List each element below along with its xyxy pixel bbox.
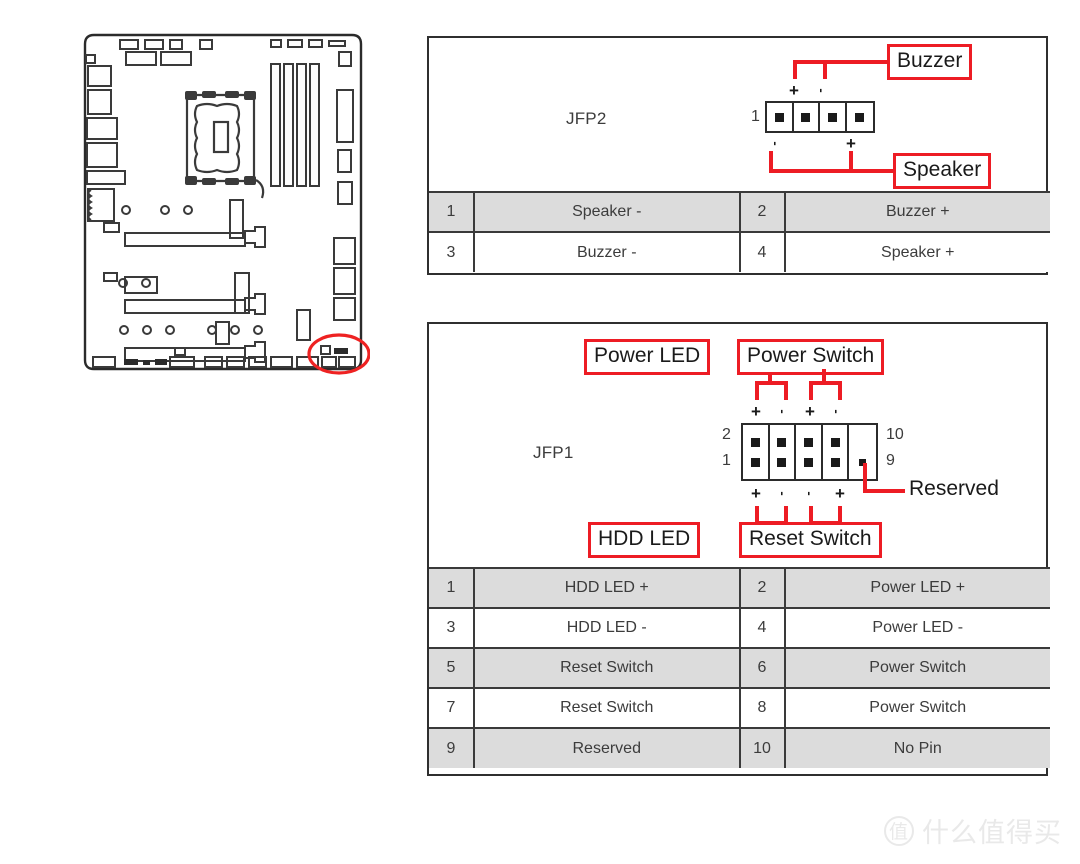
- jfp2-pin-1: [767, 103, 794, 131]
- speaker-leader-line: [849, 169, 895, 173]
- jfp1-polarity-bottom-2: -: [775, 491, 791, 496]
- pin-number: 10: [738, 727, 786, 768]
- reserved-callout: Reserved: [909, 477, 999, 500]
- buzzer-leader-line: [823, 60, 889, 64]
- jfp1-polarity-top-1: +: [751, 402, 761, 421]
- pin-number: 4: [738, 231, 786, 272]
- jfp1-pin-col-5-6: [796, 425, 823, 479]
- jfp2-pin-4: [847, 103, 873, 131]
- jfp1-panel: JFP1 2 1 10 9 + - + - + - - + Power LED …: [427, 322, 1050, 776]
- mounting-holes: [118, 205, 263, 335]
- jfp2-pin-header: [765, 101, 875, 133]
- jfp1-pin-col-1-2: [743, 425, 770, 479]
- jfp1-polarity-top-2: -: [775, 409, 791, 414]
- table-row: 7 Reset Switch 8 Power Switch: [429, 687, 1050, 729]
- table-row: 1 Speaker - 2 Buzzer +: [429, 191, 1050, 233]
- jfp2-polarity-bottom-plus: +: [846, 134, 856, 153]
- pin-number: 9: [429, 727, 475, 768]
- power-led-callout: Power LED: [584, 339, 711, 376]
- watermark-text: 什么值得买: [922, 818, 1062, 848]
- pin-desc: Power LED +: [783, 567, 1050, 609]
- table-row: 3 HDD LED - 4 Power LED -: [429, 607, 1050, 649]
- watermark-logo-icon: 值: [884, 815, 914, 846]
- jfp2-connector-label: JFP2: [566, 109, 607, 128]
- table-row: 3 Buzzer - 4 Speaker +: [429, 231, 1050, 272]
- jfp1-pin-9-number: 9: [886, 452, 895, 469]
- jfp1-polarity-top-4: -: [829, 409, 845, 414]
- jfp1-diagram: JFP1 2 1 10 9 + - + - + - - + Power LED …: [429, 324, 1046, 567]
- pin-number: 3: [429, 607, 475, 649]
- pin-desc: Power LED -: [783, 607, 1050, 649]
- pcie-slots: [124, 226, 266, 363]
- reserved-leader-horizontal: [863, 489, 905, 493]
- pin-desc: Reserved: [473, 727, 741, 768]
- reset-switch-callout: Reset Switch: [739, 522, 882, 559]
- power-switch-callout: Power Switch: [737, 339, 885, 376]
- motherboard-diagram: [75, 30, 370, 375]
- jfp2-polarity-top-minus: -: [814, 88, 830, 93]
- pin-desc: HDD LED +: [473, 567, 741, 609]
- pin-desc: No Pin: [783, 727, 1050, 768]
- power-switch-bracket-right: [838, 381, 842, 400]
- jfp2-polarity-bottom-minus: -: [768, 141, 784, 146]
- pin-number: 1: [429, 191, 475, 233]
- cpu-socket: [185, 91, 265, 199]
- jfp1-pin-header: [741, 423, 878, 481]
- jfp1-pin-1-number: 1: [722, 452, 731, 469]
- jfp1-polarity-top-3: +: [805, 402, 815, 421]
- pin-desc: HDD LED -: [473, 607, 741, 649]
- pin-desc: Reset Switch: [473, 647, 741, 689]
- pin-number: 5: [429, 647, 475, 689]
- jfp2-pin-2: [794, 103, 821, 131]
- top-headers: [119, 39, 346, 66]
- pin-number: 1: [429, 567, 475, 609]
- jfp2-pin-one-number: 1: [751, 108, 760, 125]
- pin-desc: Power Switch: [783, 647, 1050, 689]
- pin-number: 7: [429, 687, 475, 729]
- jfp1-connector-label: JFP1: [533, 443, 574, 462]
- jfp2-panel: JFP2 1 + - - + Buzzer Speaker 1 Speaker …: [427, 36, 1050, 275]
- motherboard-svg: [83, 33, 370, 375]
- pin-number: 4: [738, 607, 786, 649]
- pin-desc: Buzzer -: [473, 231, 741, 272]
- pin-desc: Speaker -: [473, 191, 741, 233]
- pin-number: 3: [429, 231, 475, 272]
- jfp1-pin-table: 1 HDD LED + 2 Power LED + 3 HDD LED - 4 …: [429, 567, 1050, 768]
- jfp1-pin-col-3-4: [770, 425, 797, 479]
- jfp2-pin-table: 1 Speaker - 2 Buzzer + 3 Buzzer - 4 Spea…: [429, 191, 1050, 272]
- pin-desc: Reset Switch: [473, 687, 741, 729]
- pin-number: 2: [738, 191, 786, 233]
- dimm-slots: [270, 63, 320, 187]
- table-row: 1 HDD LED + 2 Power LED +: [429, 567, 1050, 609]
- right-edge-connectors: [333, 51, 356, 321]
- table-row: 9 Reserved 10 No Pin: [429, 727, 1050, 768]
- jfp1-polarity-bottom-3: -: [802, 491, 818, 496]
- power-switch-leader-line: [822, 369, 826, 383]
- m2-and-misc: [103, 199, 311, 345]
- pin-desc: Buzzer +: [783, 191, 1050, 233]
- jfp1-pin-2-number: 2: [722, 426, 731, 443]
- pin-desc: Power Switch: [783, 687, 1050, 729]
- pin-desc: Speaker +: [783, 231, 1050, 272]
- power-led-bracket-right: [784, 381, 788, 400]
- jfp1-pin-10-number: 10: [886, 426, 904, 443]
- jfp1-polarity-bottom-4: +: [835, 484, 845, 503]
- buzzer-callout: Buzzer: [887, 44, 973, 81]
- jfp2-polarity-top-plus: +: [789, 81, 799, 100]
- table-row: 5 Reset Switch 6 Power Switch: [429, 647, 1050, 689]
- rear-io-ports: [85, 54, 126, 222]
- hdd-led-callout: HDD LED: [588, 522, 701, 559]
- speaker-bracket-bottom: [769, 169, 853, 173]
- jfp1-polarity-bottom-1: +: [751, 484, 761, 503]
- jfp2-diagram: JFP2 1 + - - + Buzzer Speaker: [429, 38, 1046, 191]
- jfp2-pin-3: [820, 103, 847, 131]
- page-root: JFP2 1 + - - + Buzzer Speaker 1 Speaker …: [0, 0, 1080, 864]
- speaker-callout: Speaker: [893, 153, 992, 190]
- pin-number: 6: [738, 647, 786, 689]
- pin-number: 2: [738, 567, 786, 609]
- buzzer-bracket-top: [793, 60, 827, 64]
- jfp1-pin-col-7-8: [823, 425, 850, 479]
- pin-number: 8: [738, 687, 786, 729]
- site-watermark: 值 什么值得买: [884, 811, 1062, 850]
